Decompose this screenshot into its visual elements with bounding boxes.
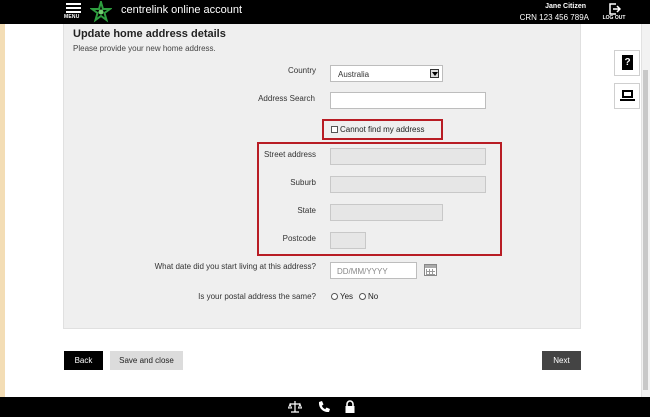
app-title: centrelink online account: [121, 4, 243, 16]
left-edge-strip: [0, 24, 5, 397]
date-placeholder: DD/MM/YYYY: [337, 267, 388, 276]
logout-button[interactable]: LOG OUT: [601, 2, 627, 22]
centrelink-logo-icon: [90, 1, 112, 23]
start-date-input[interactable]: DD/MM/YYYY: [330, 262, 417, 279]
suburb-label: Suburb: [290, 178, 316, 187]
chevron-down-icon: [430, 69, 439, 78]
menu-label: MENU: [64, 14, 80, 20]
calendar-icon[interactable]: [424, 264, 437, 276]
cannot-find-label: Cannot find my address: [340, 125, 425, 134]
postal-no-radio[interactable]: [359, 293, 366, 300]
start-date-label: What date did you start living at this a…: [154, 262, 316, 271]
suburb-input[interactable]: [330, 176, 486, 193]
online-help-button[interactable]: [614, 83, 640, 109]
state-label: State: [297, 206, 316, 215]
postal-same-label: Is your postal address the same?: [198, 292, 316, 301]
postal-yes-radio[interactable]: [331, 293, 338, 300]
postcode-input[interactable]: [330, 232, 366, 249]
help-icon: ?: [622, 55, 633, 70]
scrollbar-thumb[interactable]: [643, 70, 648, 390]
user-crn: CRN 123 456 789A: [519, 13, 589, 22]
menu-button[interactable]: MENU: [64, 2, 86, 22]
postal-yes-label: Yes: [340, 292, 354, 301]
next-button[interactable]: Next: [542, 351, 581, 370]
top-bar: MENU centrelink online account Jane Citi…: [0, 0, 650, 24]
country-select[interactable]: Australia: [330, 65, 443, 82]
help-button[interactable]: ?: [614, 50, 640, 76]
back-button[interactable]: Back: [64, 351, 103, 370]
page-title: Update home address details: [73, 28, 226, 40]
scales-icon[interactable]: [288, 400, 302, 414]
postal-no-label: No: [368, 292, 379, 301]
country-label: Country: [287, 66, 316, 75]
country-value: Australia: [338, 70, 370, 79]
postcode-label: Postcode: [282, 234, 316, 243]
street-address-input[interactable]: [330, 148, 486, 165]
logout-label: LOG OUT: [602, 15, 626, 21]
save-and-close-button[interactable]: Save and close: [110, 351, 183, 370]
cannot-find-checkbox[interactable]: [331, 126, 338, 133]
state-input[interactable]: [330, 204, 443, 221]
user-name: Jane Citizen: [545, 3, 586, 10]
laptop-icon: [622, 90, 633, 98]
phone-icon[interactable]: [317, 400, 331, 414]
footer-bar: [0, 397, 650, 417]
address-search-label: Address Search: [258, 94, 315, 103]
logout-icon: [609, 3, 621, 15]
address-search-input[interactable]: [330, 92, 486, 109]
street-address-label: Street address: [263, 150, 316, 159]
page-subtitle: Please provide your new home address.: [73, 44, 216, 53]
lock-icon[interactable]: [343, 400, 357, 414]
